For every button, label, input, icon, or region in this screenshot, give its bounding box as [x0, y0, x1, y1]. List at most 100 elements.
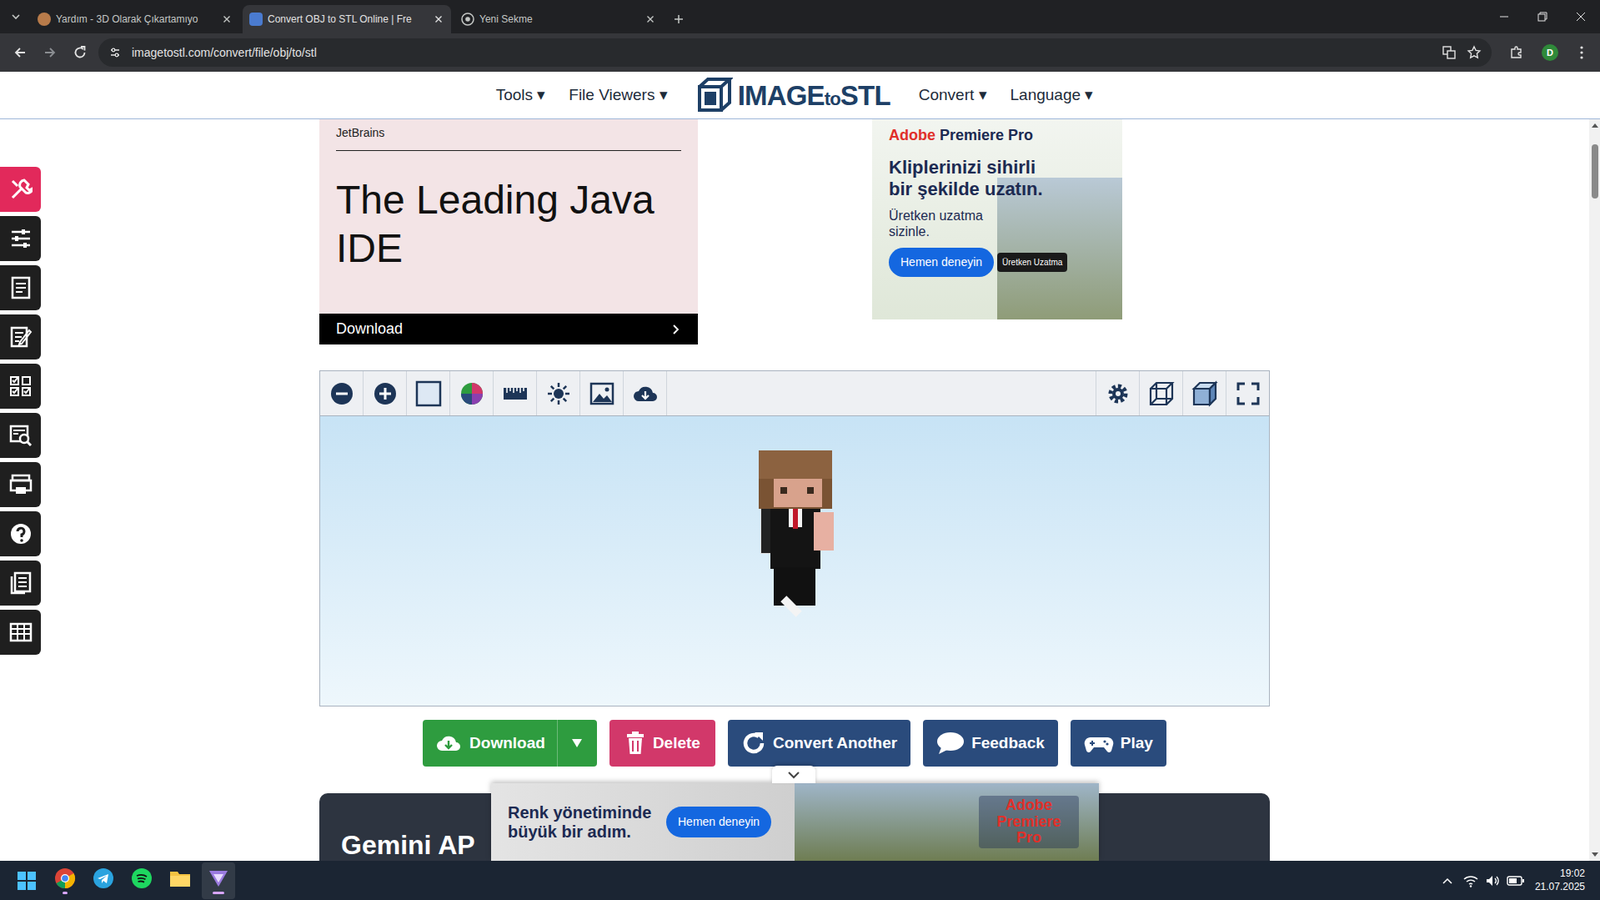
taskbar-app[interactable] [48, 862, 82, 899]
refresh-icon [741, 730, 767, 756]
nav-link[interactable]: File Viewers ▾ [568, 83, 668, 108]
new-tab-button[interactable] [666, 5, 692, 34]
collapse-ad-button[interactable] [772, 765, 816, 783]
solid-cube-icon [1191, 380, 1219, 407]
fullscreen-icon [1235, 381, 1261, 407]
feedback-button[interactable]: Feedback [922, 719, 1059, 767]
site-logo[interactable]: IMAGEtoSTL [696, 76, 891, 114]
profile-avatar: D [1541, 44, 1559, 61]
browser-tab[interactable]: Convert OBJ to STL Online | Fre [242, 5, 452, 34]
light-button[interactable] [536, 371, 581, 416]
sun-icon [546, 381, 572, 407]
taskbar-app[interactable] [86, 862, 121, 899]
minimize-button[interactable] [1484, 0, 1524, 34]
scroll-thumb[interactable] [1591, 144, 1599, 199]
play-button[interactable]: Play [1070, 719, 1167, 767]
download-button[interactable]: Download [422, 719, 597, 767]
favicon-icon [249, 12, 263, 26]
logo-text: to [824, 88, 841, 110]
menu-button[interactable] [1568, 39, 1595, 66]
taskbar-app[interactable] [201, 862, 236, 899]
ad-headline: Renk yönetiminde büyük bir adım. [507, 802, 658, 842]
ad-badge: Üretken Uzatma [997, 252, 1068, 272]
arrow-left-icon [12, 45, 28, 61]
reload-icon [72, 45, 88, 61]
jetbrains-ad[interactable]: JetBrains The Leading Java IDE Download [319, 119, 698, 345]
clock[interactable]: 19:02 21.07.2025 [1534, 867, 1590, 893]
battery-icon [1506, 874, 1525, 887]
ad-download-bar[interactable]: Download [319, 313, 698, 345]
ad-brand: Adobe [888, 126, 936, 144]
model-viewer [319, 370, 1270, 707]
convert-another-button[interactable]: Convert Another [727, 719, 911, 767]
taskbar-app[interactable] [125, 862, 159, 899]
forward-button[interactable] [36, 39, 64, 66]
address-bar[interactable]: imagetostl.com/convert/file/obj/to/stl [98, 38, 1492, 67]
frame-button[interactable] [406, 371, 451, 416]
star-icon[interactable] [1466, 45, 1482, 61]
restore-icon [1537, 11, 1548, 22]
sticky-ad[interactable]: Renk yönetiminde büyük bir adım. Hemen d… [491, 782, 1099, 861]
close-icon[interactable] [220, 13, 233, 26]
restore-button[interactable] [1523, 0, 1562, 34]
taskbar: 19:02 21.07.2025 [0, 860, 1600, 900]
close-window-button[interactable] [1561, 0, 1600, 34]
sidebar-item[interactable] [0, 609, 41, 655]
chevron-down-icon [787, 770, 801, 779]
reload-button[interactable] [66, 39, 94, 66]
cloud-download-button[interactable] [623, 371, 668, 416]
close-icon[interactable] [644, 13, 657, 26]
nav-link[interactable]: Convert ▾ [918, 83, 988, 108]
ruler-button[interactable] [493, 371, 537, 416]
scrollbar[interactable] [1589, 119, 1600, 861]
sidebar-item[interactable] [0, 265, 41, 311]
zoom-in-button[interactable] [363, 371, 407, 416]
settings-button[interactable] [1095, 371, 1139, 416]
tab-label: Convert OBJ to STL Online | Fre [267, 11, 428, 27]
nav-link[interactable]: Tools ▾ [496, 83, 547, 108]
chevron-up-icon[interactable] [1441, 876, 1454, 885]
printer-icon [9, 472, 33, 497]
sidebar-item[interactable] [0, 461, 41, 507]
url-text: imagetostl.com/convert/file/obj/to/stl [131, 44, 1432, 62]
viewer-canvas[interactable] [320, 416, 1269, 706]
background-button[interactable] [580, 371, 624, 416]
sidebar-item[interactable] [0, 363, 41, 409]
back-button[interactable] [6, 39, 34, 66]
premiere-ad[interactable]: Adobe Premiere Pro Kliplerinizi sihirli … [872, 119, 1123, 320]
logo-text: IMAGE [737, 80, 825, 111]
extensions-button[interactable] [1501, 39, 1532, 66]
ad-cta-button[interactable]: Hemen deneyin [888, 247, 994, 277]
ad-subtitle: Üretken uzatma sizinle. [888, 207, 1006, 240]
minecraft-figure [748, 450, 841, 613]
sidebar-item[interactable] [0, 412, 41, 458]
sidebar-item[interactable] [0, 511, 41, 557]
delete-button[interactable]: Delete [609, 719, 716, 767]
sidebar-item[interactable] [0, 215, 41, 261]
close-icon[interactable] [432, 13, 445, 26]
tab-label: Yeni Sekme [479, 11, 640, 27]
image-icon [589, 381, 615, 407]
nav-link[interactable]: Language ▾ [1010, 83, 1094, 108]
ad-cta-button[interactable]: Hemen deneyin [666, 806, 772, 838]
browser-tab[interactable]: Yeni Sekme [454, 5, 663, 34]
button-label: Feedback [971, 731, 1045, 756]
system-tray[interactable] [1463, 873, 1525, 888]
zoom-out-button[interactable] [320, 371, 364, 416]
tab-search-button[interactable] [0, 0, 31, 34]
cloud-download-icon [434, 732, 463, 754]
start-button[interactable] [10, 863, 44, 898]
download-options-button[interactable] [556, 719, 597, 767]
sidebar-item[interactable] [0, 560, 41, 606]
translate-icon[interactable] [1441, 45, 1457, 61]
sidebar-item[interactable] [0, 166, 41, 212]
taskbar-app[interactable] [163, 862, 197, 899]
fullscreen-button[interactable] [1225, 371, 1269, 416]
telegram-icon [92, 867, 115, 889]
wireframe-button[interactable] [1138, 371, 1183, 416]
profile-button[interactable]: D [1534, 39, 1565, 66]
sidebar-item[interactable] [0, 314, 41, 360]
color-button[interactable] [450, 371, 494, 416]
browser-tab[interactable]: Yardım - 3D Olarak Çıkartamıyo [30, 5, 240, 34]
solid-view-button[interactable] [1182, 371, 1226, 416]
